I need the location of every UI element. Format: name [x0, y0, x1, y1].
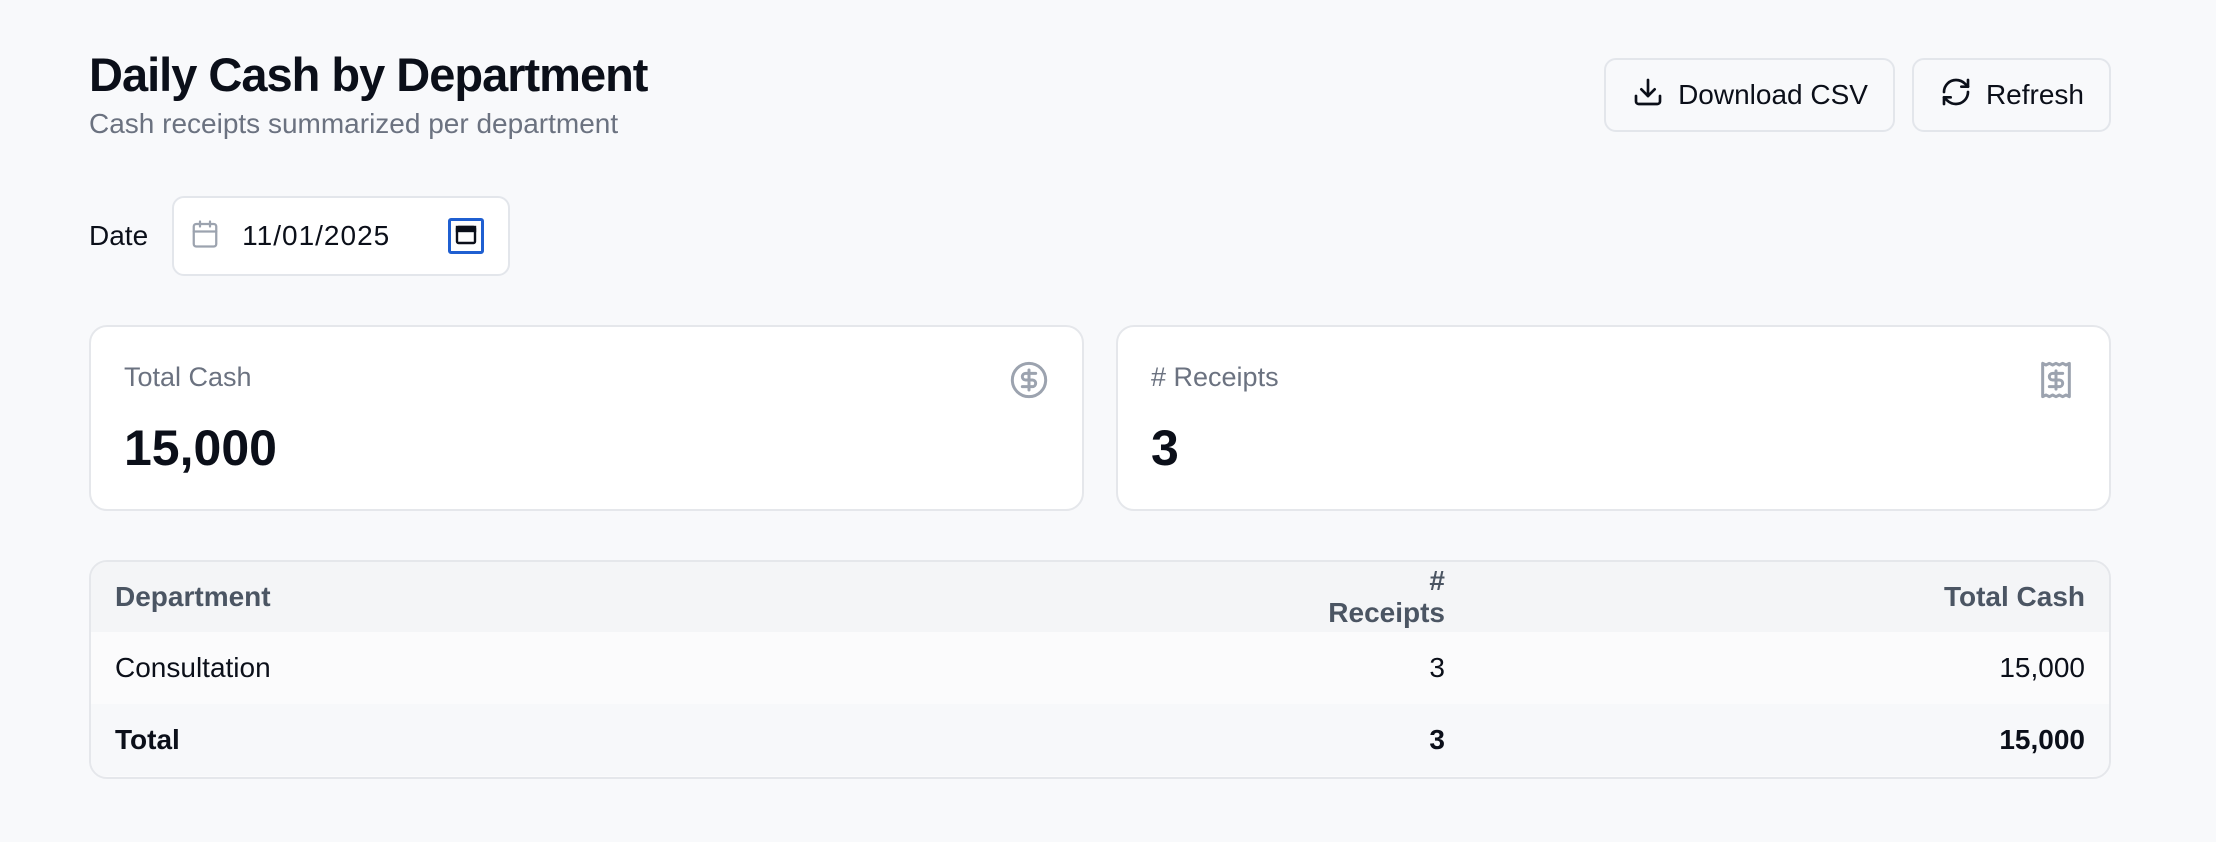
- total-cash-value: 15,000: [124, 420, 277, 476]
- total-cash-label: Total Cash: [124, 362, 252, 392]
- department-table: Department # Receipts Total Cash Consult…: [89, 560, 2111, 779]
- date-filter: Date 11/01/2025: [89, 196, 511, 276]
- total-cash: 15,000: [1469, 704, 2109, 776]
- refresh-label: Refresh: [1985, 79, 2084, 110]
- total-receipts: 3: [1291, 704, 1469, 776]
- calendar-picker-icon: [454, 222, 478, 251]
- date-value[interactable]: 11/01/2025: [242, 220, 390, 252]
- column-header-receipts: # Receipts: [1291, 562, 1469, 632]
- refresh-button[interactable]: Refresh: [1911, 58, 2111, 132]
- total-label: Total: [91, 704, 1291, 776]
- cell-receipts: 3: [1291, 632, 1469, 704]
- date-input[interactable]: 11/01/2025: [172, 196, 511, 276]
- column-header-total-cash: Total Cash: [1469, 562, 2109, 632]
- cell-total-cash: 15,000: [1469, 632, 2109, 704]
- cell-department: Consultation: [91, 632, 1291, 704]
- download-csv-button[interactable]: Download CSV: [1604, 58, 1895, 132]
- page-subtitle: Cash receipts summarized per department: [89, 108, 619, 139]
- page: Daily Cash by Department Cash receipts s…: [0, 0, 2216, 842]
- total-cash-card: Total Cash 15,000: [89, 325, 1084, 511]
- date-label: Date: [89, 220, 149, 251]
- receipts-label: # Receipts: [1151, 362, 1279, 392]
- download-icon: [1632, 76, 1664, 115]
- department-table-grid: Department # Receipts Total Cash Consult…: [91, 562, 2109, 776]
- refresh-icon: [1940, 76, 1972, 115]
- download-csv-label: Download CSV: [1678, 79, 1868, 110]
- table-header-row: Department # Receipts Total Cash: [91, 562, 2109, 632]
- table-row: Consultation 3 15,000: [91, 632, 2109, 704]
- table-total-row: Total 3 15,000: [91, 704, 2109, 776]
- header-actions: Download CSV Refresh: [1604, 58, 2111, 132]
- receipts-card: # Receipts 3: [1116, 325, 2111, 511]
- date-picker-button[interactable]: [448, 218, 485, 254]
- page-title: Daily Cash by Department: [89, 48, 648, 101]
- page-header: Daily Cash by Department Cash receipts s…: [89, 46, 648, 142]
- calendar-icon: [190, 219, 220, 254]
- column-header-department: Department: [91, 562, 1291, 632]
- receipts-value: 3: [1151, 420, 1179, 476]
